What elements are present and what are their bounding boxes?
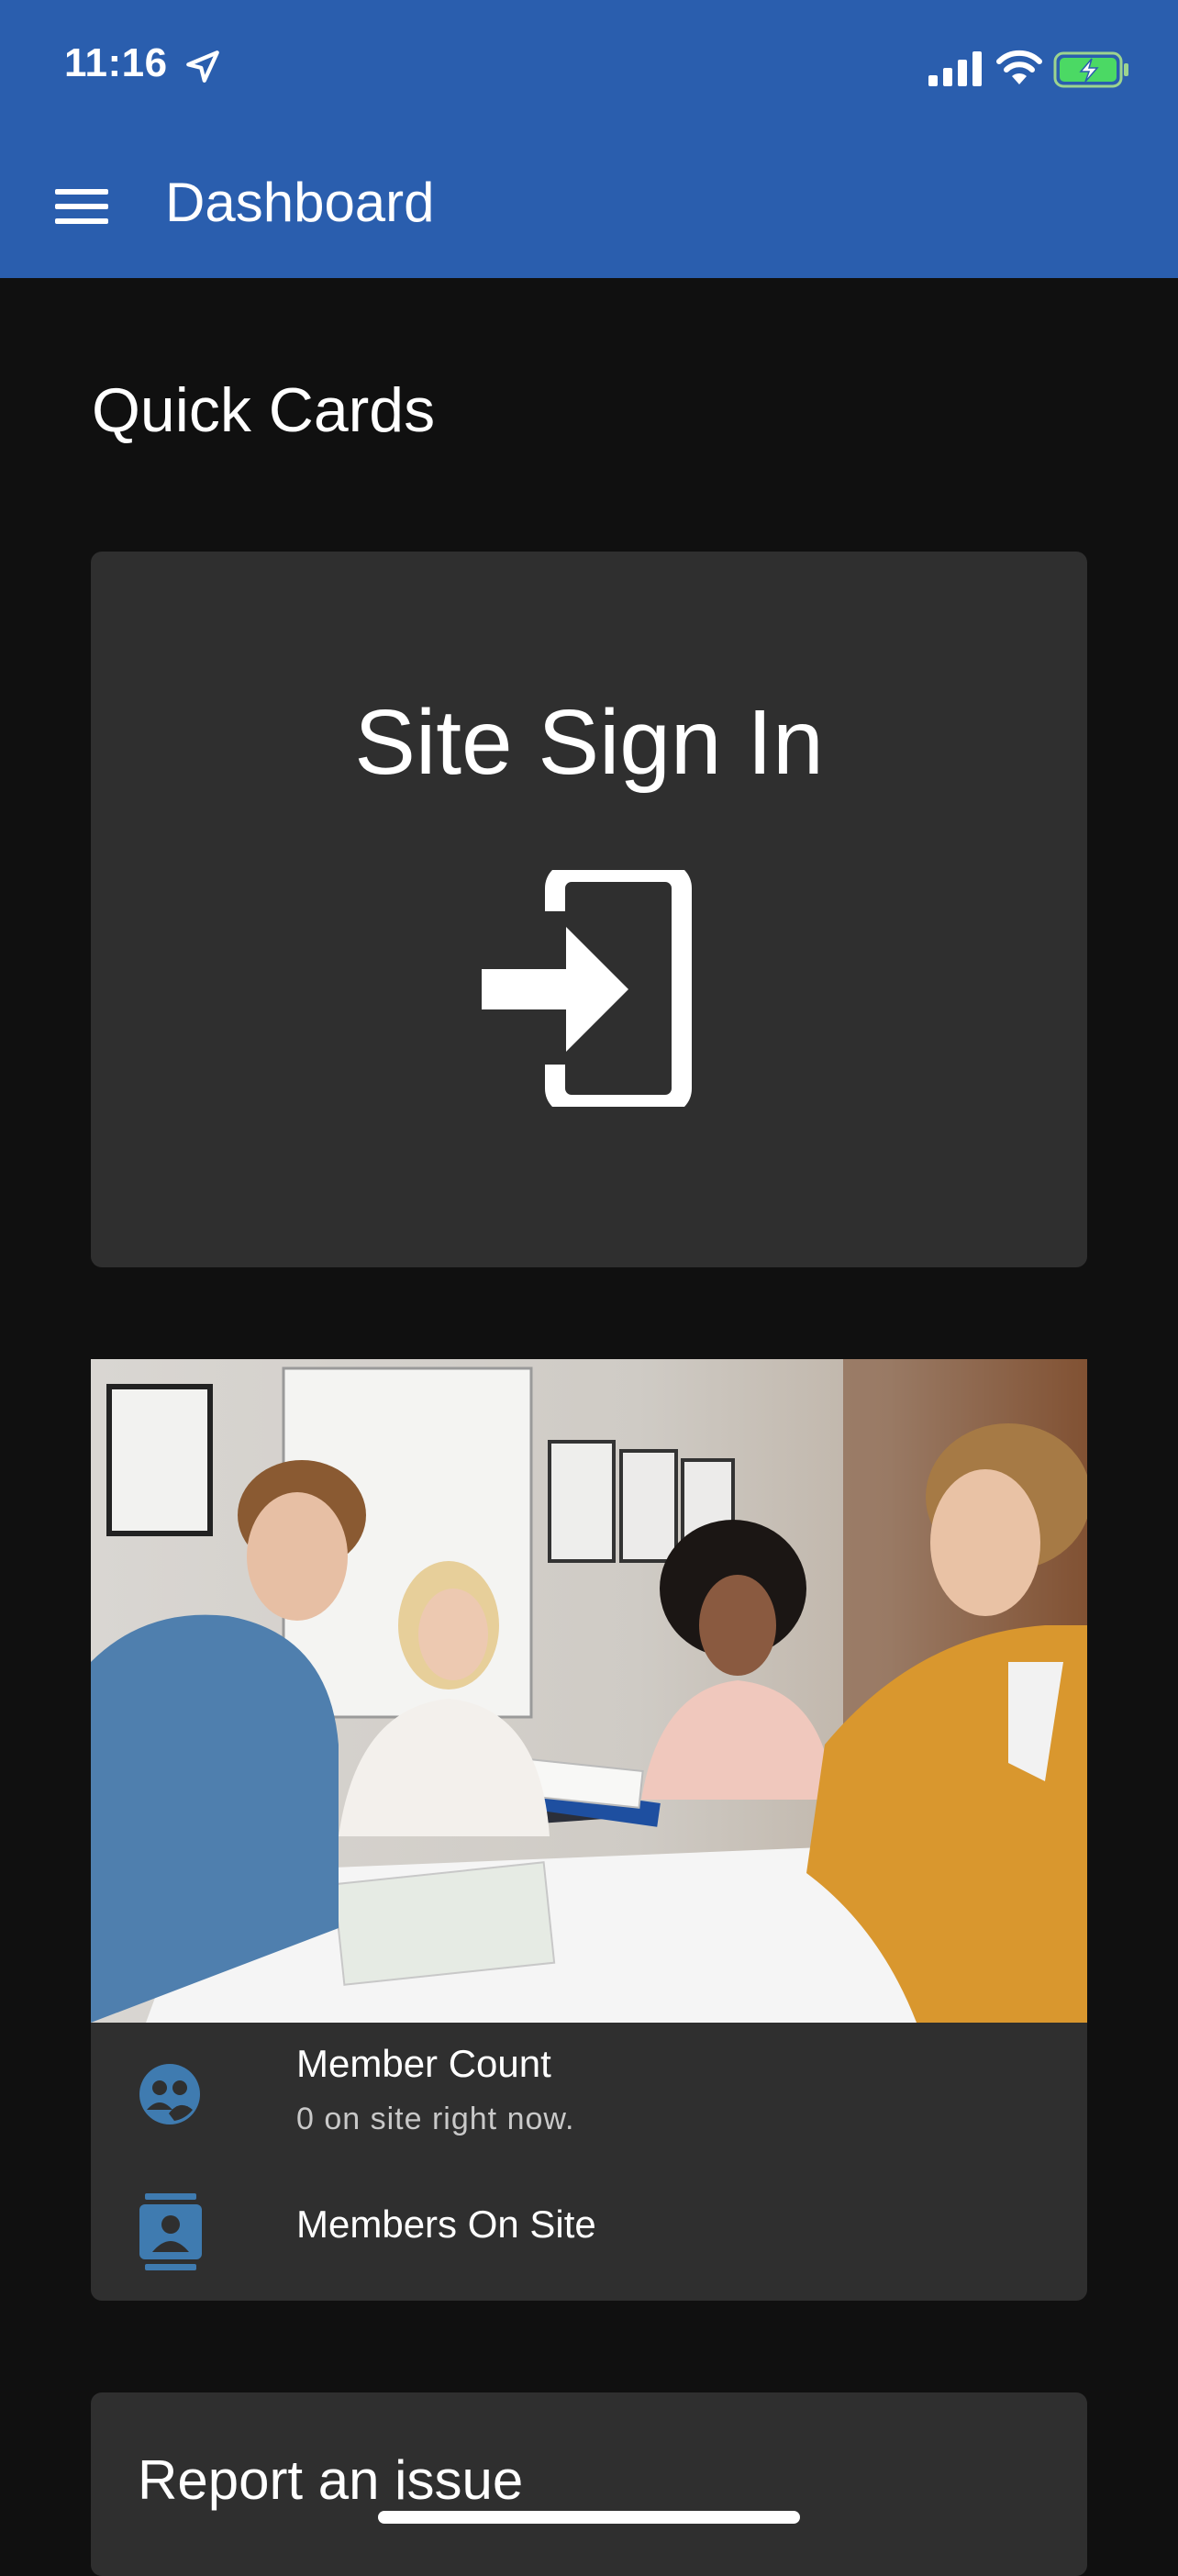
site-sign-in-label: Site Sign In (354, 691, 824, 794)
section-title: Quick Cards (92, 375, 436, 445)
contacts-icon (139, 2193, 202, 2270)
member-count-row[interactable] (91, 2023, 1087, 2179)
member-count-value: 0 on site right now. (296, 2102, 575, 2136)
location-arrow-icon (186, 50, 219, 83)
status-time: 11:16 (64, 40, 168, 85)
battery-charging-icon (1053, 51, 1128, 88)
app-bar: 11:16 Dashboard (0, 0, 1178, 278)
wifi-icon (996, 50, 1042, 84)
member-count-label: Member Count (296, 2042, 551, 2085)
cellular-signal-icon (928, 51, 982, 86)
home-indicator[interactable] (378, 2511, 800, 2524)
report-issue-title: Report an issue (138, 2449, 524, 2511)
members-on-site-label: Members On Site (296, 2202, 596, 2246)
hamburger-menu-icon[interactable] (51, 184, 112, 229)
page-title: Dashboard (165, 172, 435, 233)
people-icon (139, 2064, 200, 2124)
members-photo (91, 1359, 1087, 2023)
login-icon (482, 870, 692, 1107)
